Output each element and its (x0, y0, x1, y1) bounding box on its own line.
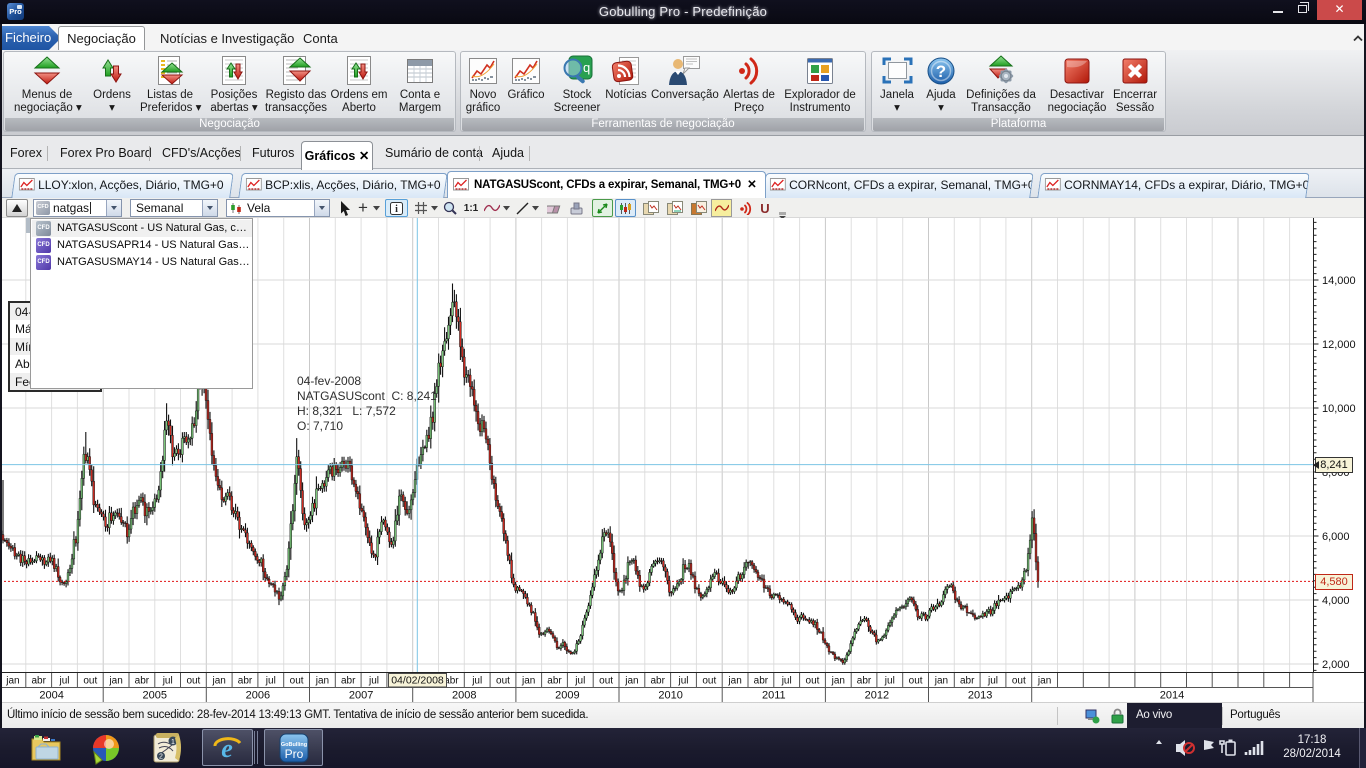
svg-text:jul: jul (162, 676, 173, 687)
svg-text:jan: jan (315, 676, 329, 687)
svg-text:jan: jan (5, 676, 19, 687)
svg-text:2013: 2013 (968, 690, 992, 702)
svg-text:10,000: 10,000 (1322, 403, 1356, 415)
svg-text:2006: 2006 (246, 690, 270, 702)
svg-text:6,000: 6,000 (1322, 531, 1350, 543)
svg-text:jan: jan (831, 676, 845, 687)
svg-text:jul: jul (677, 676, 688, 687)
svg-text:abr: abr (754, 676, 769, 687)
svg-text:2008: 2008 (452, 690, 476, 702)
svg-text:jan: jan (212, 676, 226, 687)
svg-text:2014: 2014 (1160, 690, 1184, 702)
svg-text:abr: abr (238, 676, 253, 687)
svg-text:jul: jul (987, 676, 998, 687)
svg-text:jul: jul (574, 676, 585, 687)
svg-text:jul: jul (368, 676, 379, 687)
svg-text:4,000: 4,000 (1322, 595, 1350, 607)
svg-text:out: out (290, 676, 304, 687)
svg-text:jan: jan (727, 676, 741, 687)
svg-text:1: 1 (171, 739, 175, 746)
svg-text:abr: abr (31, 676, 46, 687)
svg-text:abr: abr (547, 676, 562, 687)
svg-text:jan: jan (108, 676, 122, 687)
svg-text:jan: jan (934, 676, 948, 687)
svg-text:2,000: 2,000 (1322, 659, 1350, 671)
svg-text:jul: jul (884, 676, 895, 687)
svg-text:04/02/2008: 04/02/2008 (391, 675, 444, 687)
svg-text:abr: abr (135, 676, 150, 687)
svg-text:out: out (806, 676, 820, 687)
svg-text:abr: abr (341, 676, 356, 687)
svg-text:out: out (1012, 676, 1026, 687)
svg-text:abr: abr (650, 676, 665, 687)
svg-text:abr: abr (960, 676, 975, 687)
svg-text:out: out (83, 676, 97, 687)
svg-text:jan: jan (624, 676, 638, 687)
svg-text:i: i (395, 204, 398, 215)
svg-text:2005: 2005 (143, 690, 167, 702)
svg-text:2010: 2010 (658, 690, 682, 702)
svg-text:jul: jul (58, 676, 69, 687)
svg-text:out: out (909, 676, 923, 687)
svg-text:Pro: Pro (285, 747, 304, 761)
svg-text:out: out (702, 676, 716, 687)
svg-text:abr: abr (857, 676, 872, 687)
svg-text:2007: 2007 (349, 690, 373, 702)
svg-text:jan: jan (521, 676, 535, 687)
svg-text:jul: jul (781, 676, 792, 687)
svg-text:2012: 2012 (865, 690, 889, 702)
svg-text:jul: jul (265, 676, 276, 687)
svg-text:jan: jan (1037, 676, 1051, 687)
svg-text:12,000: 12,000 (1322, 339, 1356, 351)
svg-text:out: out (599, 676, 613, 687)
svg-text:2: 2 (159, 754, 163, 761)
svg-text:2004: 2004 (39, 690, 63, 702)
svg-text:?: ? (936, 62, 946, 81)
svg-text:out: out (496, 676, 510, 687)
svg-text:q: q (583, 60, 590, 75)
svg-text:out: out (186, 676, 200, 687)
svg-text:2011: 2011 (762, 690, 786, 702)
svg-text:2009: 2009 (555, 690, 579, 702)
svg-text:jul: jul (471, 676, 482, 687)
svg-text:14,000: 14,000 (1322, 275, 1356, 287)
